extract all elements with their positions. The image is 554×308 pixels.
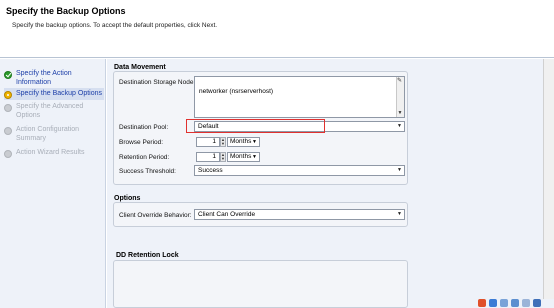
wizard-header: Specify the Backup Options Specify the b… (0, 0, 554, 58)
success-threshold-value: Success (198, 167, 223, 174)
browse-period-unit: Months (230, 138, 252, 145)
retention-period-spinner[interactable]: ▲ ▼ (220, 152, 226, 162)
wizard-steps-sidebar: Specify the Action Information Specify t… (0, 59, 106, 308)
system-tray (474, 297, 554, 308)
retention-period-unit-select[interactable]: Months ▼ (227, 152, 260, 162)
pending-step-icon (4, 104, 12, 112)
tray-icon[interactable] (522, 298, 530, 307)
client-override-value: Client Can Override (198, 211, 256, 218)
chevron-down-icon: ▼ (252, 154, 257, 160)
edit-pencil-icon[interactable]: ✎ (397, 78, 403, 84)
success-threshold-label: Success Threshold: (119, 168, 176, 175)
destination-pool-label: Destination Pool: (119, 124, 169, 131)
network-icon[interactable] (500, 298, 508, 307)
dd-retention-lock-title: DD Retention Lock (116, 252, 179, 259)
data-movement-title: Data Movement (114, 64, 166, 71)
retention-period-unit: Months (230, 153, 252, 160)
step-label: Specify the Action Information (16, 70, 72, 86)
destination-storage-node-field[interactable]: networker (nsrserverhost) ✎ ▼ (194, 76, 405, 118)
step-advanced-options: Specify the Advanced Options (4, 102, 104, 120)
pending-step-icon (4, 127, 12, 135)
browse-period-spinner[interactable]: ▲ ▼ (220, 137, 226, 147)
step-wizard-results: Action Wizard Results (4, 148, 104, 158)
step-label: Action Configuration Summary (16, 126, 80, 142)
chevron-down-icon: ▼ (397, 211, 402, 217)
chevron-down-icon: ▼ (397, 123, 402, 129)
vertical-scrollbar[interactable] (543, 59, 554, 299)
retention-period-label: Retention Period: (119, 154, 170, 161)
destination-pool-highlight (186, 119, 325, 133)
page-description: Specify the backup options. To accept th… (12, 22, 218, 29)
success-threshold-select[interactable]: Success ▼ (194, 165, 405, 176)
volume-icon[interactable] (511, 298, 519, 307)
pending-step-icon (4, 150, 12, 158)
tray-icon[interactable] (533, 298, 541, 307)
step-label: Action Wizard Results (16, 149, 85, 156)
destination-storage-node-label: Destination Storage Node: (119, 79, 196, 86)
step-backup-options[interactable]: Specify the Backup Options (4, 88, 104, 100)
dd-retention-lock-group (113, 260, 408, 308)
browse-period-input[interactable]: 1 (196, 137, 220, 147)
step-label: Specify the Backup Options (16, 90, 102, 97)
step-configuration-summary: Action Configuration Summary (4, 125, 104, 143)
current-step-icon (4, 91, 12, 99)
storage-node-value: networker (nsrserverhost) (199, 88, 274, 95)
step-action-information[interactable]: Specify the Action Information (4, 69, 104, 87)
client-override-label: Client Override Behavior: (119, 212, 192, 219)
browse-period-unit-select[interactable]: Months ▼ (227, 137, 260, 147)
html5-icon[interactable] (478, 298, 486, 307)
scroll-down-icon[interactable]: ▼ (397, 110, 403, 116)
browse-period-label: Browse Period: (119, 139, 164, 146)
retention-period-input[interactable]: 1 (196, 152, 220, 162)
client-override-select[interactable]: Client Can Override ▼ (194, 209, 405, 220)
options-title: Options (114, 195, 141, 202)
step-label: Specify the Advanced Options (16, 103, 84, 119)
chevron-down-icon: ▼ (252, 139, 257, 145)
chevron-down-icon: ▼ (397, 167, 402, 173)
page-title: Specify the Backup Options (6, 6, 126, 16)
tray-app-icon[interactable] (489, 298, 497, 307)
check-icon (4, 71, 12, 79)
